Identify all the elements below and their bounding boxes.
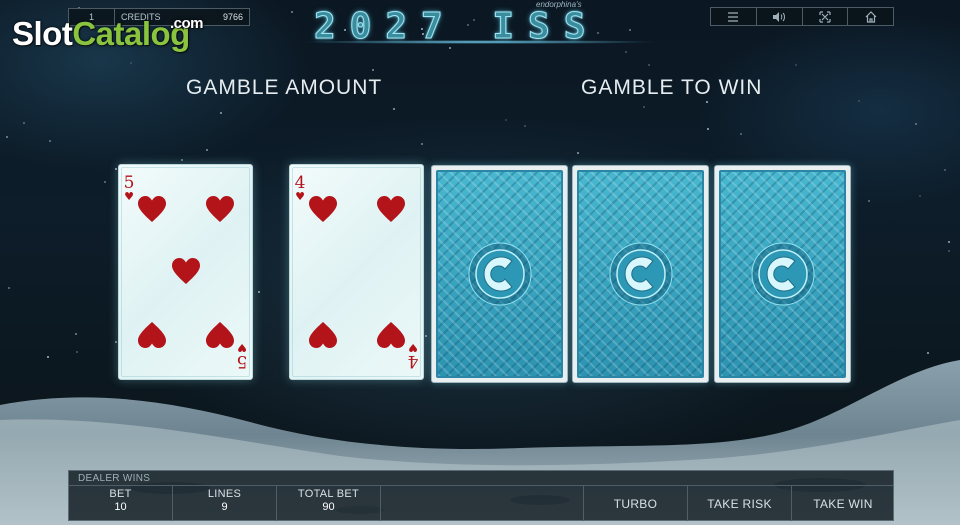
- star: [948, 241, 950, 243]
- bet-display: BET 10: [69, 486, 173, 521]
- heart-pip-icon: [138, 196, 166, 222]
- card-corner-bottom: 5 ♥: [235, 341, 249, 371]
- star: [115, 168, 117, 170]
- total-bet-display: TOTAL BET 90: [277, 486, 381, 521]
- sound-icon: [773, 11, 786, 22]
- star: [625, 51, 627, 53]
- heart-pip-icon: [309, 196, 337, 222]
- emblem-icon: [751, 242, 814, 306]
- logo-glow: [300, 40, 660, 44]
- take-risk-button[interactable]: TAKE RISK: [687, 486, 791, 521]
- star: [181, 159, 183, 161]
- lines-label: LINES: [207, 488, 242, 500]
- game-logo: endorphina's 2027 ISS: [300, 0, 660, 50]
- star: [948, 250, 950, 252]
- watermark-slot: Slot: [12, 15, 73, 52]
- heart-pip-icon: [377, 196, 405, 222]
- card-back-pattern: [436, 170, 563, 378]
- take-win-button[interactable]: TAKE WIN: [791, 486, 894, 521]
- star: [104, 181, 106, 183]
- sound-button[interactable]: [757, 8, 803, 25]
- bet-value: 10: [114, 501, 127, 513]
- star: [740, 133, 742, 135]
- star: [8, 287, 10, 289]
- lines-display: LINES 9: [173, 486, 277, 521]
- star: [291, 11, 293, 13]
- star: [115, 341, 117, 343]
- star: [258, 291, 260, 293]
- star: [425, 335, 427, 337]
- star: [648, 64, 650, 66]
- emblem-icon: [468, 242, 531, 306]
- face-down-card[interactable]: [431, 165, 568, 383]
- star: [795, 64, 797, 66]
- star: [421, 143, 423, 145]
- card-suit: ♥: [408, 341, 418, 354]
- gamble-to-win-heading: GAMBLE TO WIN: [581, 76, 763, 99]
- star: [577, 152, 579, 154]
- star: [643, 106, 645, 108]
- star: [927, 352, 929, 354]
- star: [868, 200, 870, 202]
- emblem-icon: [609, 242, 672, 306]
- star: [47, 356, 49, 358]
- card-rank: 5: [236, 351, 248, 371]
- turbo-button[interactable]: TURBO: [583, 486, 687, 521]
- star: [76, 351, 78, 353]
- star: [206, 149, 208, 151]
- heart-pip-icon: [172, 258, 200, 284]
- star: [707, 128, 709, 130]
- star: [49, 140, 51, 142]
- star: [858, 100, 860, 102]
- heart-pip-icon: [377, 322, 405, 348]
- heart-pip-icon: [138, 322, 166, 348]
- lines-value: 9: [221, 501, 228, 513]
- star: [524, 125, 526, 127]
- bottom-panel: DEALER WINS BET 10 LINES 9 TOTAL BET 90 …: [68, 470, 894, 521]
- star: [6, 136, 8, 138]
- star: [915, 123, 917, 125]
- bet-label: BET: [109, 488, 132, 500]
- heart-pip-icon: [309, 322, 337, 348]
- star: [130, 62, 132, 64]
- menu-button[interactable]: [711, 8, 757, 25]
- total-bet-label: TOTAL BET: [297, 488, 360, 500]
- menu-icon: [728, 11, 739, 22]
- card-suit: ♥: [124, 190, 134, 203]
- card-corner-top: 5 ♥: [122, 175, 136, 203]
- home-button[interactable]: [848, 8, 893, 25]
- card-back-pattern: [719, 170, 846, 378]
- star: [944, 169, 946, 171]
- star: [706, 101, 708, 103]
- fullscreen-icon: [819, 10, 831, 23]
- gamble-amount-heading: GAMBLE AMOUNT: [186, 76, 383, 99]
- slotcatalog-watermark: SlotCatalog .com: [12, 12, 204, 56]
- heart-pip-icon: [206, 322, 234, 348]
- star: [393, 108, 395, 110]
- status-message: DEALER WINS: [78, 473, 151, 484]
- fullscreen-button[interactable]: [803, 8, 849, 25]
- star: [75, 333, 77, 335]
- star: [23, 122, 25, 124]
- heart-pip-icon: [206, 196, 234, 222]
- star: [919, 195, 921, 197]
- total-bet-value: 90: [322, 501, 335, 513]
- star: [372, 69, 374, 71]
- home-icon: [865, 10, 877, 23]
- card-rank: 4: [407, 351, 419, 371]
- toolbar: [710, 7, 894, 26]
- card-suit: ♥: [237, 341, 247, 354]
- dealer-card: 5 ♥ 5 ♥: [118, 164, 253, 380]
- star: [505, 119, 507, 121]
- card-suit: ♥: [295, 190, 305, 203]
- star: [220, 112, 222, 114]
- card-back-pattern: [577, 170, 704, 378]
- player-card[interactable]: 4 ♥ 4 ♥: [289, 164, 424, 380]
- watermark-dotcom: .com: [170, 15, 204, 32]
- face-down-card[interactable]: [714, 165, 851, 383]
- card-corner-top: 4 ♥: [293, 175, 307, 203]
- face-down-card[interactable]: [572, 165, 709, 383]
- card-corner-bottom: 4 ♥: [406, 341, 420, 371]
